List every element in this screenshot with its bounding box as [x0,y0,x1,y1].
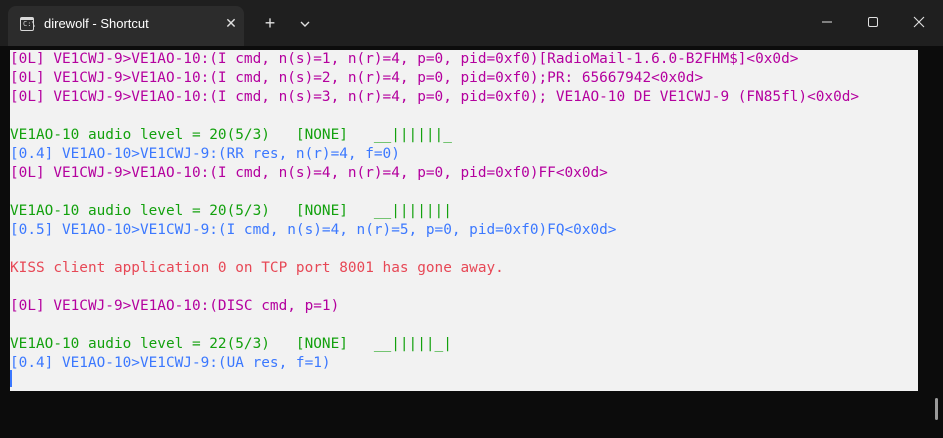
new-tab-button[interactable]: + [258,13,282,37]
text-cursor [10,370,12,387]
console-line: [0L] VE1CWJ-9>VE1AO-10:(I cmd, n(s)=2, n… [10,70,704,86]
minimize-button[interactable] [804,6,850,36]
terminal-icon: C:\ [20,17,36,31]
title-bar: C:\ direwolf - Shortcut ✕ + [0,0,943,46]
console-line: [0.5] VE1AO-10>VE1CWJ-9:(I cmd, n(s)=4, … [10,222,617,238]
console-output[interactable]: [0L] VE1CWJ-9>VE1AO-10:(I cmd, n(s)=1, n… [10,50,918,391]
console-line: VE1AO-10 audio level = 22(5/3) [NONE] __… [10,336,452,352]
console-line: [0L] VE1CWJ-9>VE1AO-10:(I cmd, n(s)=4, n… [10,165,608,181]
scrollbar[interactable] [935,398,938,420]
terminal-pane[interactable]: [0L] VE1CWJ-9>VE1AO-10:(I cmd, n(s)=1, n… [0,46,943,438]
console-line: VE1AO-10 audio level = 20(5/3) [NONE] __… [10,127,452,143]
tab-direwolf[interactable]: C:\ direwolf - Shortcut ✕ [8,6,244,46]
maximize-button[interactable] [850,6,896,36]
close-tab-icon[interactable]: ✕ [222,14,240,32]
console-line: VE1AO-10 audio level = 20(5/3) [NONE] __… [10,203,452,219]
chevron-down-icon[interactable] [298,17,312,31]
console-line: KISS client application 0 on TCP port 80… [10,260,504,276]
console-line: [0L] VE1CWJ-9>VE1AO-10:(I cmd, n(s)=3, n… [10,89,860,105]
console-line: [0L] VE1CWJ-9>VE1AO-10:(DISC cmd, p=1) [10,298,340,314]
console-line: [0.4] VE1AO-10>VE1CWJ-9:(UA res, f=1) [10,355,331,371]
tab-title: direwolf - Shortcut [44,16,149,31]
console-line: [0.4] VE1AO-10>VE1CWJ-9:(RR res, n(r)=4,… [10,146,400,162]
close-button[interactable] [896,6,942,36]
console-line: [0L] VE1CWJ-9>VE1AO-10:(I cmd, n(s)=1, n… [10,51,799,67]
